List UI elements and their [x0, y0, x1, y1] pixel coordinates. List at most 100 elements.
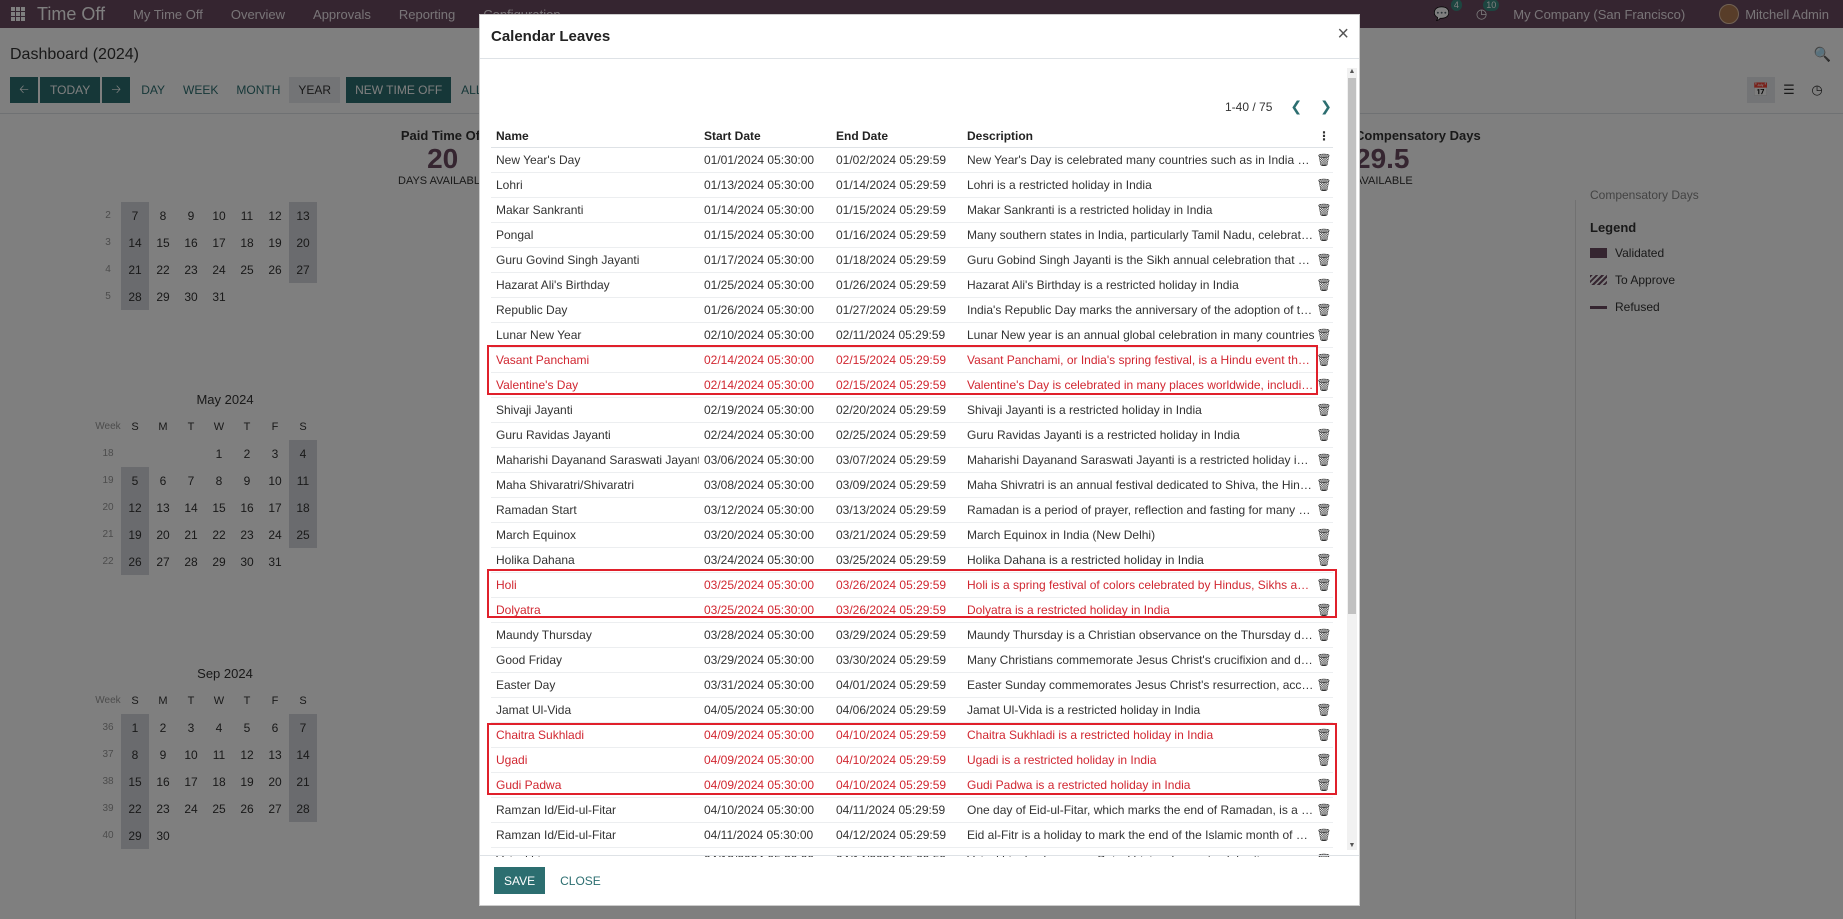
trash-icon[interactable]: 🗑: [1315, 153, 1333, 167]
cell-description[interactable]: India's Republic Day marks the anniversa…: [962, 303, 1315, 317]
pager-value[interactable]: 1-40 / 75: [1225, 100, 1272, 114]
table-row[interactable]: Maundy Thursday 03/28/2024 05:30:00 03/29/…: [491, 623, 1333, 648]
cell-end-date[interactable]: 04/06/2024 05:29:59: [831, 703, 962, 717]
cell-name[interactable]: Good Friday: [491, 653, 699, 667]
cell-start-date[interactable]: 03/12/2024 05:30:00: [699, 503, 831, 517]
trash-icon[interactable]: 🗑: [1315, 803, 1333, 817]
cell-description[interactable]: Many Christians commemorate Jesus Christ…: [962, 653, 1315, 667]
trash-icon[interactable]: 🗑: [1315, 228, 1333, 242]
cell-end-date[interactable]: 03/25/2024 05:29:59: [831, 553, 962, 567]
cell-start-date[interactable]: 04/05/2024 05:30:00: [699, 703, 831, 717]
cell-description[interactable]: Easter Sunday commemorates Jesus Christ'…: [962, 678, 1315, 692]
cell-end-date[interactable]: 01/18/2024 05:29:59: [831, 253, 962, 267]
cell-end-date[interactable]: 03/30/2024 05:29:59: [831, 653, 962, 667]
cell-end-date[interactable]: 03/09/2024 05:29:59: [831, 478, 962, 492]
table-row[interactable]: New Year's Day 01/01/2024 05:30:00 01/02/2…: [491, 148, 1333, 173]
cell-start-date[interactable]: 01/26/2024 05:30:00: [699, 303, 831, 317]
cell-name[interactable]: Guru Ravidas Jayanti: [491, 428, 699, 442]
cell-end-date[interactable]: 04/01/2024 05:29:59: [831, 678, 962, 692]
cell-start-date[interactable]: 01/25/2024 05:30:00: [699, 278, 831, 292]
cell-start-date[interactable]: 02/19/2024 05:30:00: [699, 403, 831, 417]
table-row[interactable]: Makar Sankranti 01/14/2024 05:30:00 01/15/…: [491, 198, 1333, 223]
cell-description[interactable]: Maharishi Dayanand Saraswati Jayanti is …: [962, 453, 1315, 467]
cell-name[interactable]: Easter Day: [491, 678, 699, 692]
cell-name[interactable]: Republic Day: [491, 303, 699, 317]
cell-start-date[interactable]: 03/08/2024 05:30:00: [699, 478, 831, 492]
cell-start-date[interactable]: 04/10/2024 05:30:00: [699, 803, 831, 817]
cell-description[interactable]: New Year's Day is celebrated many countr…: [962, 153, 1315, 167]
cell-description[interactable]: Maha Shivratri is an annual festival ded…: [962, 478, 1315, 492]
cell-name[interactable]: Shivaji Jayanti: [491, 403, 699, 417]
cell-name[interactable]: Maha Shivaratri/Shivaratri: [491, 478, 699, 492]
column-header-name[interactable]: Name: [491, 129, 699, 143]
trash-icon[interactable]: 🗑: [1315, 678, 1333, 692]
cell-end-date[interactable]: 01/27/2024 05:29:59: [831, 303, 962, 317]
cell-name[interactable]: Ramadan Start: [491, 503, 699, 517]
trash-icon[interactable]: 🗑: [1315, 478, 1333, 492]
cell-description[interactable]: Jamat Ul-Vida is a restricted holiday in…: [962, 703, 1315, 717]
cell-name[interactable]: Ramzan Id/Eid-ul-Fitar: [491, 803, 699, 817]
cell-name[interactable]: Guru Govind Singh Jayanti: [491, 253, 699, 267]
cell-description[interactable]: Guru Gobind Singh Jayanti is the Sikh an…: [962, 253, 1315, 267]
cell-name[interactable]: March Equinox: [491, 528, 699, 542]
cell-end-date[interactable]: 02/11/2024 05:29:59: [831, 328, 962, 342]
save-button[interactable]: SAVE: [494, 867, 546, 894]
cell-start-date[interactable]: 01/13/2024 05:30:00: [699, 178, 831, 192]
table-row[interactable]: Ramzan Id/Eid-ul-Fitar 04/11/2024 05:30:0…: [491, 823, 1333, 848]
table-row[interactable]: Maha Shivaratri/Shivaratri 03/08/2024 05:…: [491, 473, 1333, 498]
cell-name[interactable]: Lohri: [491, 178, 699, 192]
cell-name[interactable]: New Year's Day: [491, 153, 699, 167]
cell-description[interactable]: Maundy Thursday is a Christian observanc…: [962, 628, 1315, 642]
trash-icon[interactable]: 🗑: [1315, 703, 1333, 717]
table-row[interactable]: Lohri 01/13/2024 05:30:00 01/14/2024 05:29…: [491, 173, 1333, 198]
scroll-up-icon[interactable]: ▲: [1348, 68, 1356, 76]
table-row[interactable]: Guru Ravidas Jayanti 02/24/2024 05:30:00 0…: [491, 423, 1333, 448]
trash-icon[interactable]: 🗑: [1315, 653, 1333, 667]
cell-name[interactable]: Jamat Ul-Vida: [491, 703, 699, 717]
trash-icon[interactable]: 🗑: [1315, 253, 1333, 267]
cell-name[interactable]: Ramzan Id/Eid-ul-Fitar: [491, 828, 699, 842]
cell-end-date[interactable]: 01/14/2024 05:29:59: [831, 178, 962, 192]
cell-name[interactable]: Maundy Thursday: [491, 628, 699, 642]
column-header-description[interactable]: Description: [962, 129, 1315, 143]
table-row[interactable]: Guru Govind Singh Jayanti 01/17/2024 05:3…: [491, 248, 1333, 273]
cell-description[interactable]: Lohri is a restricted holiday in India: [962, 178, 1315, 192]
cell-start-date[interactable]: 03/06/2024 05:30:00: [699, 453, 831, 467]
cell-description[interactable]: Makar Sankranti is a restricted holiday …: [962, 203, 1315, 217]
cell-start-date[interactable]: 01/14/2024 05:30:00: [699, 203, 831, 217]
cell-start-date[interactable]: 02/10/2024 05:30:00: [699, 328, 831, 342]
cell-description[interactable]: Shivaji Jayanti is a restricted holiday …: [962, 403, 1315, 417]
cell-description[interactable]: One day of Eid-ul-Fitar, which marks the…: [962, 803, 1315, 817]
cell-start-date[interactable]: 01/17/2024 05:30:00: [699, 253, 831, 267]
cell-end-date[interactable]: 01/16/2024 05:29:59: [831, 228, 962, 242]
trash-icon[interactable]: 🗑: [1315, 328, 1333, 342]
trash-icon[interactable]: 🗑: [1315, 503, 1333, 517]
cell-end-date[interactable]: 01/26/2024 05:29:59: [831, 278, 962, 292]
cell-start-date[interactable]: 03/28/2024 05:30:00: [699, 628, 831, 642]
trash-icon[interactable]: 🗑: [1315, 553, 1333, 567]
table-row[interactable]: Good Friday 03/29/2024 05:30:00 03/30/2024…: [491, 648, 1333, 673]
column-header-start-date[interactable]: Start Date: [699, 129, 831, 143]
trash-icon[interactable]: 🗑: [1315, 428, 1333, 442]
cell-name[interactable]: Pongal: [491, 228, 699, 242]
cell-end-date[interactable]: 04/12/2024 05:29:59: [831, 828, 962, 842]
trash-icon[interactable]: 🗑: [1315, 303, 1333, 317]
cell-name[interactable]: Holika Dahana: [491, 553, 699, 567]
table-row[interactable]: Ramadan Start 03/12/2024 05:30:00 03/13/20…: [491, 498, 1333, 523]
cell-end-date[interactable]: 02/25/2024 05:29:59: [831, 428, 962, 442]
trash-icon[interactable]: 🗑: [1315, 453, 1333, 467]
cell-end-date[interactable]: 01/02/2024 05:29:59: [831, 153, 962, 167]
cell-description[interactable]: Lunar New year is an annual global celeb…: [962, 328, 1315, 342]
table-row[interactable]: Pongal 01/15/2024 05:30:00 01/16/2024 05:2…: [491, 223, 1333, 248]
trash-icon[interactable]: 🗑: [1315, 828, 1333, 842]
cell-name[interactable]: Maharishi Dayanand Saraswati Jayanti: [491, 453, 699, 467]
pager-next-icon[interactable]: ❯: [1320, 98, 1332, 115]
close-button[interactable]: CLOSE: [555, 874, 606, 888]
cell-description[interactable]: Holika Dahana is a restricted holiday in…: [962, 553, 1315, 567]
optional-columns-icon[interactable]: ⋮: [1315, 129, 1333, 143]
cell-description[interactable]: Eid al-Fitr is a holiday to mark the end…: [962, 828, 1315, 842]
cell-name[interactable]: Makar Sankranti: [491, 203, 699, 217]
cell-end-date[interactable]: 03/07/2024 05:29:59: [831, 453, 962, 467]
cell-name[interactable]: Lunar New Year: [491, 328, 699, 342]
cell-description[interactable]: March Equinox in India (New Delhi): [962, 528, 1315, 542]
